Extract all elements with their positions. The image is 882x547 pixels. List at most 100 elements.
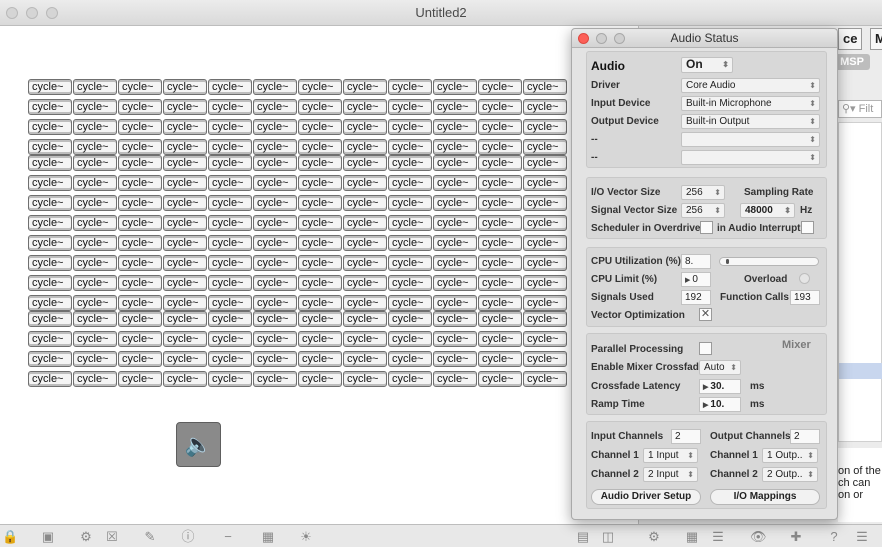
cycle-object[interactable]: cycle~	[433, 139, 477, 155]
cycle-object[interactable]: cycle~	[253, 155, 297, 171]
cycle-object[interactable]: cycle~	[118, 99, 162, 115]
close-panel-button[interactable]	[578, 33, 589, 44]
cycle-object[interactable]: cycle~	[298, 79, 342, 95]
cycle-object[interactable]: cycle~	[478, 295, 522, 311]
menu-icon[interactable]: ☰	[854, 529, 870, 544]
cycle-object[interactable]: cycle~	[28, 351, 72, 367]
cycle-object[interactable]: cycle~	[253, 139, 297, 155]
cycle-object[interactable]: cycle~	[208, 139, 252, 155]
overdrive-checkbox[interactable]	[700, 221, 713, 234]
cycle-object[interactable]: cycle~	[298, 139, 342, 155]
cycle-object[interactable]: cycle~	[388, 295, 432, 311]
eye-icon[interactable]: 👁	[750, 529, 767, 544]
cycle-object[interactable]: cycle~	[433, 371, 477, 387]
side-search-input[interactable]: ⚲▾ Filt	[838, 100, 882, 118]
cycle-object[interactable]: cycle~	[433, 275, 477, 291]
cycle-object[interactable]: cycle~	[298, 331, 342, 347]
audio-driver-setup-button[interactable]: Audio Driver Setup	[591, 489, 701, 505]
cycle-object[interactable]: cycle~	[478, 235, 522, 251]
cycle-object[interactable]: cycle~	[208, 371, 252, 387]
audio-interrupt-checkbox[interactable]	[801, 221, 814, 234]
presentation-icon[interactable]: ▣	[40, 529, 56, 544]
cycle-object[interactable]: cycle~	[28, 175, 72, 191]
input-channel2-select[interactable]: 2 Input ⬍	[643, 467, 698, 482]
cycle-object[interactable]: cycle~	[478, 155, 522, 171]
info-icon[interactable]: ⓘ	[180, 529, 196, 544]
ezdac-speaker-object[interactable]: 🔈	[176, 422, 221, 467]
cycle-object[interactable]: cycle~	[433, 79, 477, 95]
cycle-object[interactable]: cycle~	[28, 139, 72, 155]
cycle-object[interactable]: cycle~	[478, 215, 522, 231]
add-icon[interactable]: ✚	[788, 529, 804, 544]
cycle-object[interactable]: cycle~	[208, 331, 252, 347]
cycle-object[interactable]: cycle~	[388, 311, 432, 327]
sidebar-icon[interactable]: ◫	[600, 529, 616, 544]
cycle-object[interactable]: cycle~	[73, 295, 117, 311]
cycle-object[interactable]: cycle~	[433, 255, 477, 271]
cycle-object[interactable]: cycle~	[478, 311, 522, 327]
cycle-object[interactable]: cycle~	[388, 351, 432, 367]
sampling-rate-select[interactable]: 48000 ⬍	[740, 203, 795, 218]
cycle-object[interactable]: cycle~	[253, 311, 297, 327]
cycle-object[interactable]: cycle~	[163, 99, 207, 115]
cycle-object[interactable]: cycle~	[478, 371, 522, 387]
cycle-object[interactable]: cycle~	[523, 235, 567, 251]
cycle-object[interactable]: cycle~	[28, 371, 72, 387]
input-channel1-select[interactable]: 1 Input ⬍	[643, 448, 698, 463]
cycle-object[interactable]: cycle~	[388, 79, 432, 95]
cycle-object[interactable]: cycle~	[73, 175, 117, 191]
cycle-object[interactable]: cycle~	[118, 351, 162, 367]
cycle-object[interactable]: cycle~	[298, 255, 342, 271]
cycle-object[interactable]: cycle~	[298, 351, 342, 367]
cycle-object[interactable]: cycle~	[253, 79, 297, 95]
cycle-object[interactable]: cycle~	[163, 215, 207, 231]
cycle-object[interactable]: cycle~	[73, 155, 117, 171]
extra-option-select[interactable]: ⬍	[681, 150, 820, 165]
cycle-object[interactable]: cycle~	[388, 331, 432, 347]
split-icon[interactable]: ▤	[575, 529, 591, 544]
cycle-object[interactable]: cycle~	[343, 295, 387, 311]
cycle-object[interactable]: cycle~	[208, 215, 252, 231]
cycle-object[interactable]: cycle~	[433, 351, 477, 367]
cycle-object[interactable]: cycle~	[298, 311, 342, 327]
cycle-object[interactable]: cycle~	[118, 371, 162, 387]
cycle-object[interactable]: cycle~	[208, 235, 252, 251]
cycle-object[interactable]: cycle~	[118, 155, 162, 171]
connect-icon[interactable]: −	[220, 529, 236, 544]
cycle-object[interactable]: cycle~	[523, 155, 567, 171]
cycle-object[interactable]: cycle~	[28, 99, 72, 115]
cycle-object[interactable]: cycle~	[523, 255, 567, 271]
cycle-object[interactable]: cycle~	[73, 195, 117, 211]
cycle-object[interactable]: cycle~	[388, 255, 432, 271]
cycle-object[interactable]: cycle~	[28, 235, 72, 251]
cycle-object[interactable]: cycle~	[118, 119, 162, 135]
cycle-object[interactable]: cycle~	[523, 311, 567, 327]
cpu-limit-field[interactable]: ▶ 0	[681, 272, 711, 287]
cycle-object[interactable]: cycle~	[118, 195, 162, 211]
cycle-object[interactable]: cycle~	[118, 215, 162, 231]
cycle-object[interactable]: cycle~	[298, 119, 342, 135]
cycle-object[interactable]: cycle~	[523, 139, 567, 155]
cycle-object[interactable]: cycle~	[28, 295, 72, 311]
cycle-object[interactable]: cycle~	[523, 371, 567, 387]
cycle-object[interactable]: cycle~	[343, 275, 387, 291]
cycle-object[interactable]: cycle~	[28, 155, 72, 171]
cycle-object[interactable]: cycle~	[343, 155, 387, 171]
cycle-object[interactable]: cycle~	[208, 155, 252, 171]
cycle-object[interactable]: cycle~	[73, 275, 117, 291]
cycle-object[interactable]: cycle~	[478, 99, 522, 115]
mixer-crossfade-select[interactable]: Auto ⬍	[699, 360, 741, 375]
io-mappings-button[interactable]: I/O Mappings	[710, 489, 820, 505]
cycle-object[interactable]: cycle~	[298, 371, 342, 387]
output-channel2-select[interactable]: 2 Outp.. ⬍	[762, 467, 818, 482]
cycle-object[interactable]: cycle~	[253, 255, 297, 271]
cycle-object[interactable]: cycle~	[253, 99, 297, 115]
cycle-object[interactable]: cycle~	[343, 255, 387, 271]
cycle-object[interactable]: cycle~	[163, 311, 207, 327]
cycle-object[interactable]: cycle~	[298, 195, 342, 211]
cycle-object[interactable]: cycle~	[163, 235, 207, 251]
cycle-object[interactable]: cycle~	[388, 175, 432, 191]
driver-select[interactable]: Core Audio ⬍	[681, 78, 820, 93]
cycle-object[interactable]: cycle~	[73, 311, 117, 327]
cycle-object[interactable]: cycle~	[118, 295, 162, 311]
